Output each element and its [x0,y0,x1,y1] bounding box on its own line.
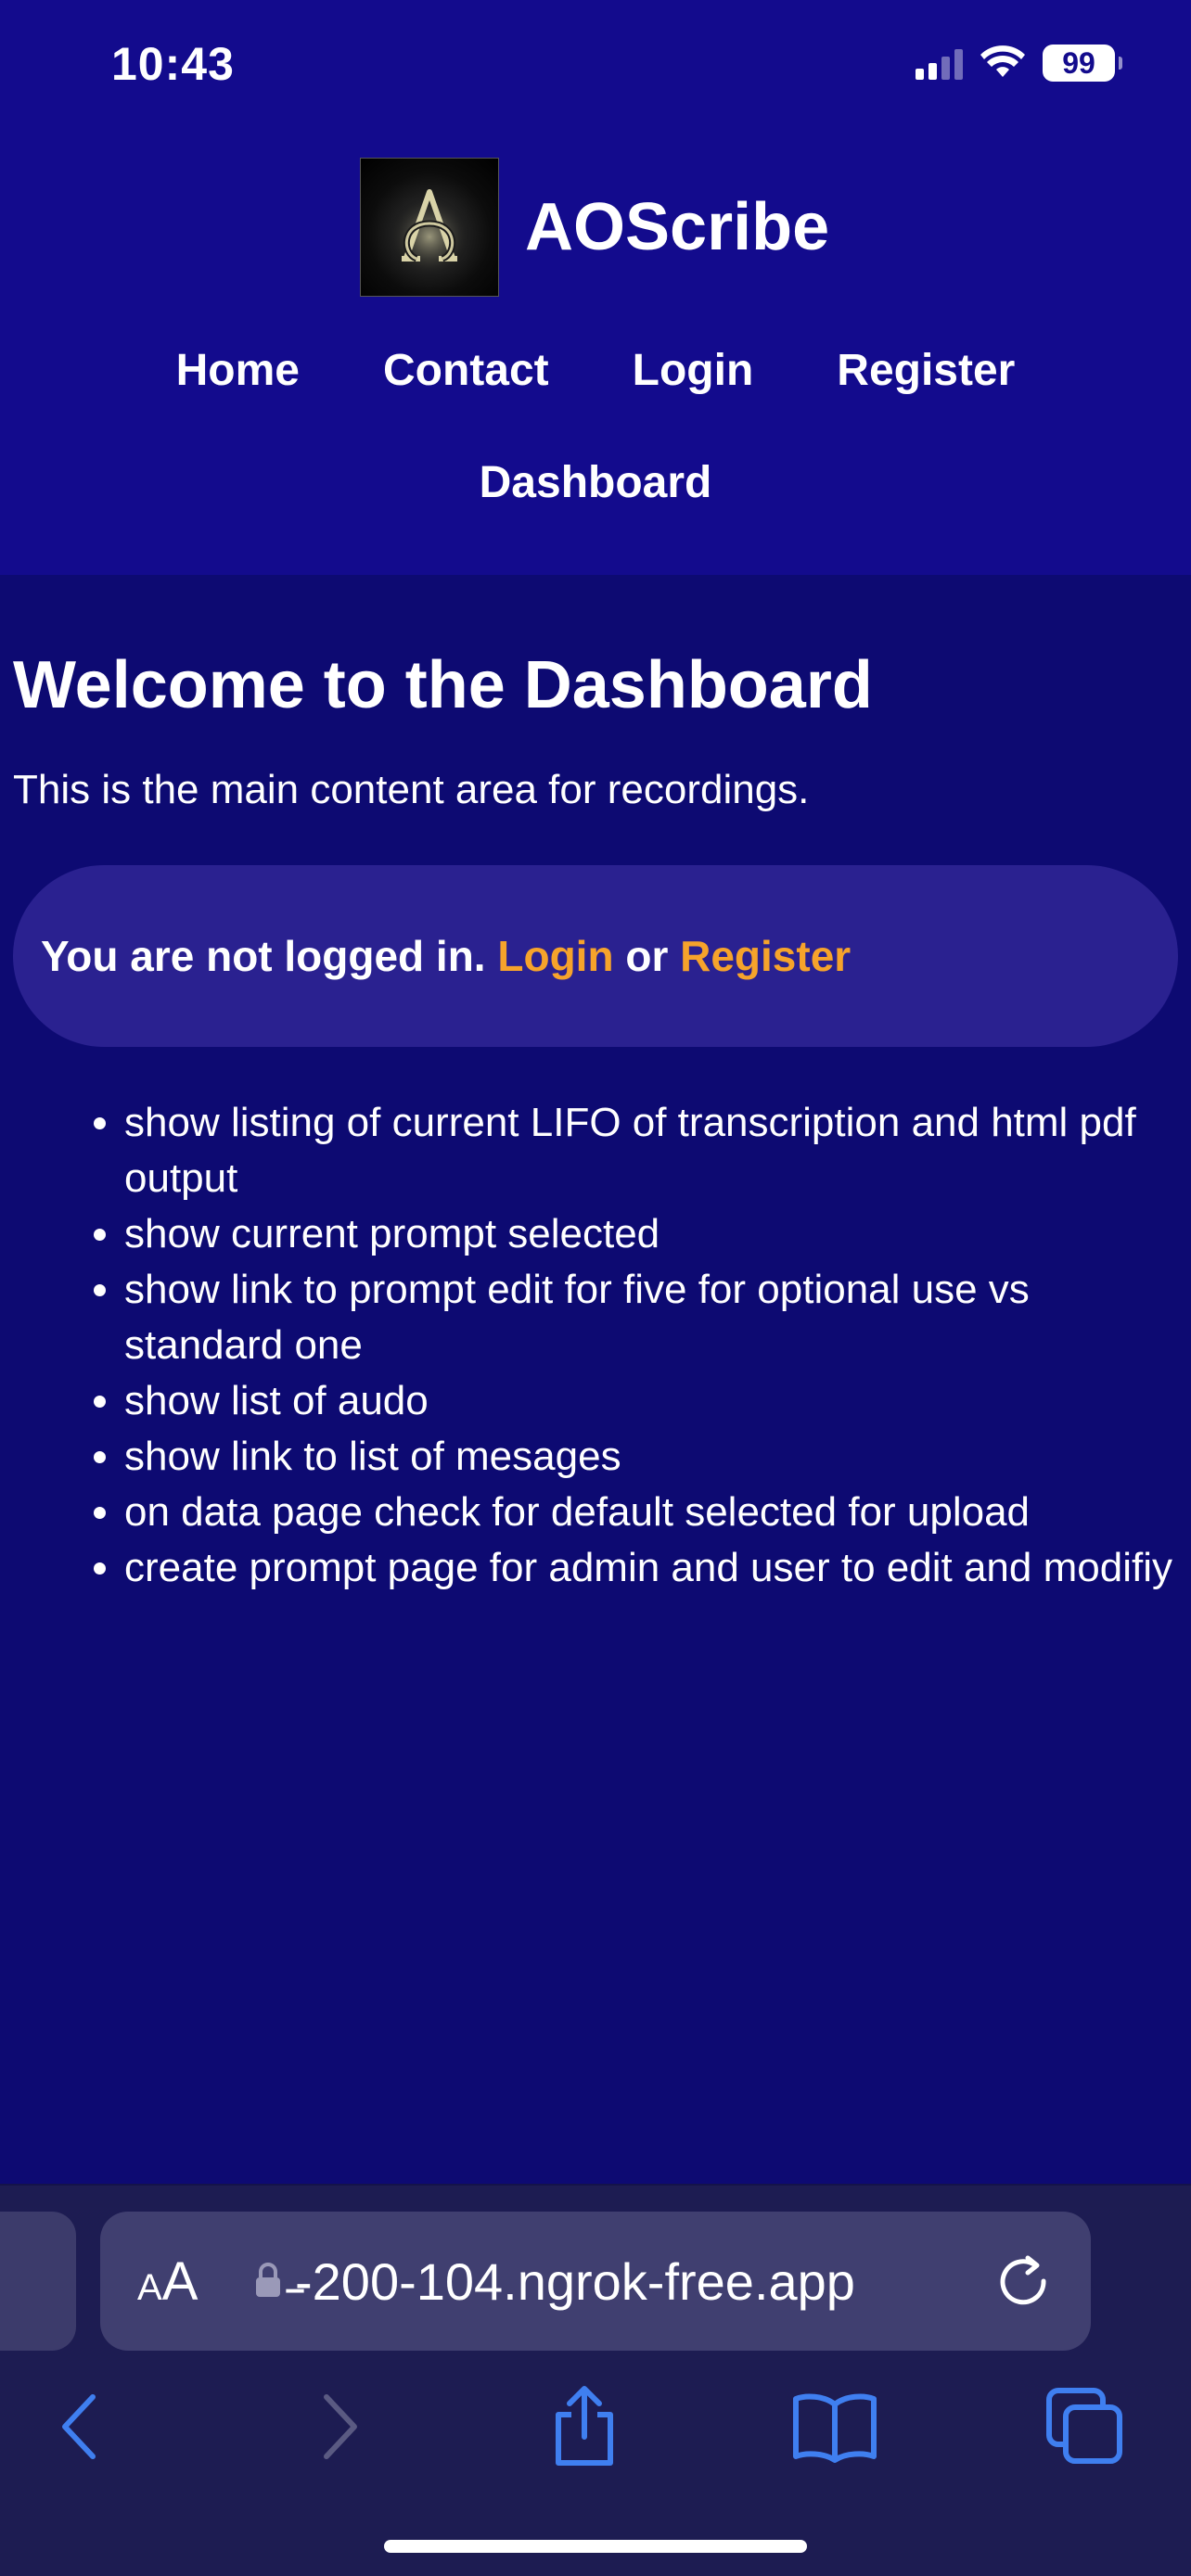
browser-toolbar [0,2380,1191,2482]
nav-login[interactable]: Login [633,345,754,396]
login-notice: You are not logged in. Login or Register [13,865,1178,1048]
status-indicators: 99 [916,45,1122,82]
wifi-icon [980,45,1025,77]
cellular-signal-icon [916,46,963,80]
page: 10:43 99 AOScribe Home Contact Login Reg… [0,0,1191,2576]
forward-button[interactable] [293,2380,386,2473]
list-item: show link to prompt edit for five for op… [124,1262,1178,1373]
notice-register-link[interactable]: Register [680,931,851,981]
list-item: on data page check for default selected … [124,1485,1178,1540]
brand[interactable]: AOScribe [360,158,829,297]
site-header: 10:43 99 AOScribe Home Contact Login Reg… [0,0,1191,575]
page-title: Welcome to the Dashboard [13,648,873,722]
share-icon [556,2386,613,2466]
list-item: create prompt page for admin and user to… [124,1540,1178,1596]
main-content: Welcome to the Dashboard This is the mai… [13,648,1178,1596]
lock-icon [256,2263,280,2297]
nav-dashboard[interactable]: Dashboard [480,457,712,508]
reload-icon[interactable] [994,2252,1052,2310]
url-text: ̵-200-104.ngrok-free.app [295,2251,855,2311]
home-indicator [384,2540,807,2553]
address-bar[interactable]: AA ̵-200-104.ngrok-free.app [100,2212,1091,2351]
tabs-icon [1046,2388,1122,2464]
forward-icon [324,2394,357,2459]
notice-text: You are not logged in. [41,932,486,981]
list-item: show listing of current LIFO of transcri… [124,1095,1178,1206]
brand-name: AOScribe [525,190,830,264]
status-time: 10:43 [111,38,235,90]
intro-text: This is the main content area for record… [13,767,810,813]
nav-contact[interactable]: Contact [383,345,549,396]
list-item: show list of audo [124,1373,1178,1429]
battery-icon: 99 [1043,45,1122,82]
bookmarks-icon [793,2393,877,2463]
back-icon [62,2394,96,2459]
notice-or-text: or [625,932,669,981]
nav-register[interactable]: Register [837,345,1015,396]
notice-login-link[interactable]: Login [497,931,613,981]
todo-list: show listing of current LIFO of transcri… [13,1095,1178,1596]
list-item: show link to list of mesages [124,1429,1178,1485]
nav-home[interactable]: Home [176,345,300,396]
text-size-button[interactable]: AA [137,2251,198,2313]
tabs-button[interactable] [1039,2380,1132,2473]
bookmarks-button[interactable] [788,2380,881,2473]
logo-image [360,158,499,297]
previous-tab-peek[interactable] [0,2212,76,2351]
list-item: show current prompt selected [124,1206,1178,1262]
main-nav: Home Contact Login Register Dashboard [0,345,1191,569]
back-button[interactable] [33,2380,126,2473]
share-button[interactable] [538,2380,631,2473]
alpha-omega-logo-icon [389,189,470,274]
browser-bottom-bar: AA ̵-200-104.ngrok-free.app [0,2184,1191,2576]
